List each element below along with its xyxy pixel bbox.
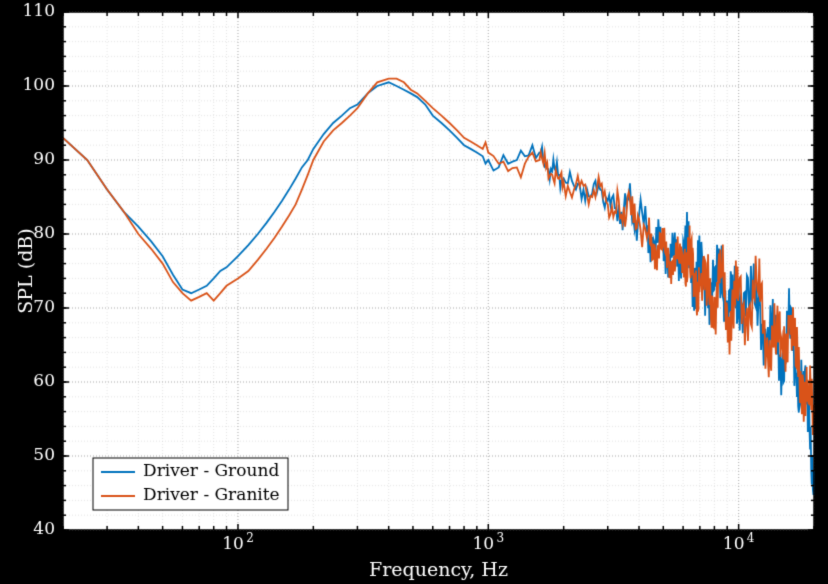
spl-frequency-chart xyxy=(0,0,828,584)
